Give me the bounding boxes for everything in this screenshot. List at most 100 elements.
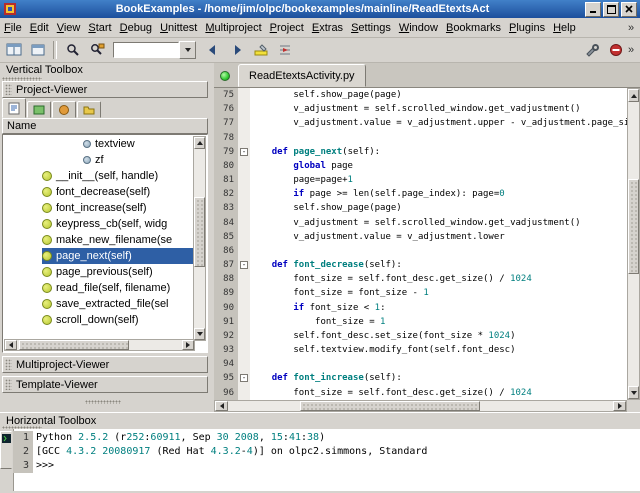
tree-item[interactable]: page_next(self) [4, 248, 195, 264]
scrollbar-right-button[interactable] [182, 340, 194, 350]
menu-overflow-icon[interactable] [628, 22, 640, 34]
scrollbar-thumb[interactable] [19, 340, 129, 350]
code-editor[interactable]: 75 self.show_page(page) 76 v_adjustment =… [214, 88, 627, 400]
code-text[interactable] [250, 244, 627, 258]
project-viewer-header[interactable]: Project-Viewer [2, 81, 208, 98]
menu-help[interactable]: Help [549, 20, 580, 36]
template-viewer-header[interactable]: Template-Viewer [2, 376, 208, 393]
menu-extras[interactable]: Extras [308, 20, 347, 36]
scrollbar-up-button[interactable] [194, 137, 205, 149]
code-text[interactable]: font_size = self.font_desc.get_size() / … [250, 272, 627, 286]
line-number[interactable]: 79 [214, 144, 238, 159]
code-line[interactable]: 93 self.textview.modify_font(self.font_d… [214, 343, 627, 358]
tree-item[interactable]: __init__(self, handle) [4, 168, 195, 184]
window-icon[interactable] [26, 39, 49, 61]
line-number[interactable]: 82 [214, 187, 238, 202]
line-number[interactable]: 84 [214, 215, 238, 230]
line-number[interactable]: 90 [214, 300, 238, 315]
menu-bookmarks[interactable]: Bookmarks [442, 20, 505, 36]
menu-edit[interactable]: Edit [26, 20, 53, 36]
quicksearch-dropdown-button[interactable] [179, 40, 196, 59]
code-line[interactable]: 94 [214, 357, 627, 372]
code-text[interactable]: v_adjustment = self.scrolled_window.get_… [250, 216, 627, 230]
line-number[interactable]: 81 [214, 173, 238, 188]
fold-marker[interactable]: - [240, 374, 248, 383]
scrollbar-thumb[interactable] [300, 401, 480, 411]
highlight-icon[interactable] [249, 39, 272, 61]
menu-view[interactable]: View [53, 20, 85, 36]
line-number[interactable]: 86 [214, 243, 238, 259]
tree-item[interactable]: read_file(self, filename) [4, 280, 195, 296]
toolbar-overflow-icon[interactable] [628, 44, 640, 56]
code-line[interactable]: 88 font_size = self.font_desc.get_size()… [214, 272, 627, 287]
code-text[interactable]: font_size = self.font_desc.get_size() / … [250, 386, 627, 400]
quicksearch-input[interactable] [113, 41, 179, 58]
code-line[interactable]: 86 [214, 243, 627, 259]
tab-others[interactable] [77, 101, 101, 118]
menu-file[interactable]: File [0, 20, 26, 36]
line-number[interactable]: 76 [214, 102, 238, 117]
code-text[interactable]: font_size = 1 [250, 315, 627, 329]
close-button[interactable] [621, 1, 637, 17]
code-line[interactable]: 76 v_adjustment = self.scrolled_window.g… [214, 102, 627, 117]
code-line[interactable]: 84 v_adjustment = self.scrolled_window.g… [214, 215, 627, 230]
code-text[interactable]: page=page+1 [250, 173, 627, 187]
code-line[interactable]: 75 self.show_page(page) [214, 88, 627, 103]
tree-item[interactable]: scroll_down(self) [4, 312, 195, 328]
menu-settings[interactable]: Settings [347, 20, 395, 36]
tab-forms[interactable] [27, 101, 51, 118]
tab-resources[interactable] [52, 101, 76, 118]
search-forward-icon[interactable] [225, 39, 248, 61]
scrollbar-up-button[interactable] [628, 89, 639, 102]
goto-line-icon[interactable] [273, 39, 296, 61]
code-line[interactable]: 78 [214, 130, 627, 145]
code-text[interactable]: font_size = font_size - 1 [250, 286, 627, 300]
line-number[interactable]: 88 [214, 272, 238, 287]
tree-item[interactable]: save_extracted_file(sel [4, 296, 195, 312]
code-line[interactable]: 82 if page >= len(self.page_index): page… [214, 187, 627, 202]
menu-multiproject[interactable]: Multiproject [201, 20, 265, 36]
tree-vertical-scrollbar[interactable] [193, 136, 206, 341]
code-text[interactable]: self.show_page(page) [250, 88, 627, 102]
tools-icon[interactable] [580, 39, 603, 61]
scrollbar-thumb[interactable] [628, 179, 639, 274]
line-number[interactable]: 95 [214, 371, 238, 386]
stop-icon[interactable] [604, 39, 627, 61]
line-number[interactable]: 89 [214, 286, 238, 301]
code-line[interactable]: 95- def font_increase(self): [214, 371, 627, 386]
code-text[interactable]: self.font_desc.set_size(font_size * 1024… [250, 329, 627, 343]
bottom-splitter-handle[interactable] [85, 400, 121, 404]
code-line[interactable]: 80 global page [214, 158, 627, 174]
fold-marker[interactable]: - [240, 147, 248, 156]
code-line[interactable]: 92 self.font_desc.set_size(font_size * 1… [214, 328, 627, 344]
split-view-icon[interactable] [2, 39, 25, 61]
tab-sources[interactable] [2, 98, 26, 118]
maximize-button[interactable] [603, 1, 619, 17]
line-number[interactable]: 75 [214, 88, 238, 103]
editor-vertical-scrollbar[interactable] [627, 88, 640, 400]
code-line[interactable]: 96 font_size = self.font_desc.get_size()… [214, 385, 627, 400]
editor-horizontal-scrollbar[interactable] [214, 400, 627, 412]
line-number[interactable]: 94 [214, 357, 238, 372]
line-number[interactable]: 93 [214, 343, 238, 358]
code-line[interactable]: 85 v_adjustment.value = v_adjustment.low… [214, 229, 627, 244]
code-text[interactable]: if font_size < 1: [250, 301, 627, 315]
code-text[interactable]: v_adjustment.value = v_adjustment.lower [250, 230, 627, 244]
line-number[interactable]: 85 [214, 229, 238, 244]
fold-marker[interactable]: - [240, 261, 248, 270]
code-text[interactable]: def font_increase(self): [250, 371, 627, 385]
search-backward-icon[interactable] [201, 39, 224, 61]
code-text[interactable]: global page [250, 159, 627, 173]
tree-horizontal-scrollbar[interactable] [4, 339, 195, 351]
tree-item[interactable]: keypress_cb(self, widg [4, 216, 195, 232]
code-line[interactable]: 81 page=page+1 [214, 173, 627, 188]
line-number[interactable]: 78 [214, 130, 238, 145]
project-tree[interactable]: textview zf __init__(self, handle) font_dec… [2, 134, 208, 353]
editor-tab[interactable]: ReadEtextsActivity.py [238, 64, 366, 87]
code-text[interactable]: def font_decrease(self): [250, 258, 627, 272]
shell-tab[interactable] [0, 431, 12, 469]
code-text[interactable] [250, 131, 627, 145]
shell-panel[interactable]: 1 Python 2.5.2 (r252:60911, Sep 30 2008, … [0, 429, 640, 491]
code-line[interactable]: 89 font_size = font_size - 1 [214, 286, 627, 301]
tree-item[interactable]: font_decrease(self) [4, 184, 195, 200]
